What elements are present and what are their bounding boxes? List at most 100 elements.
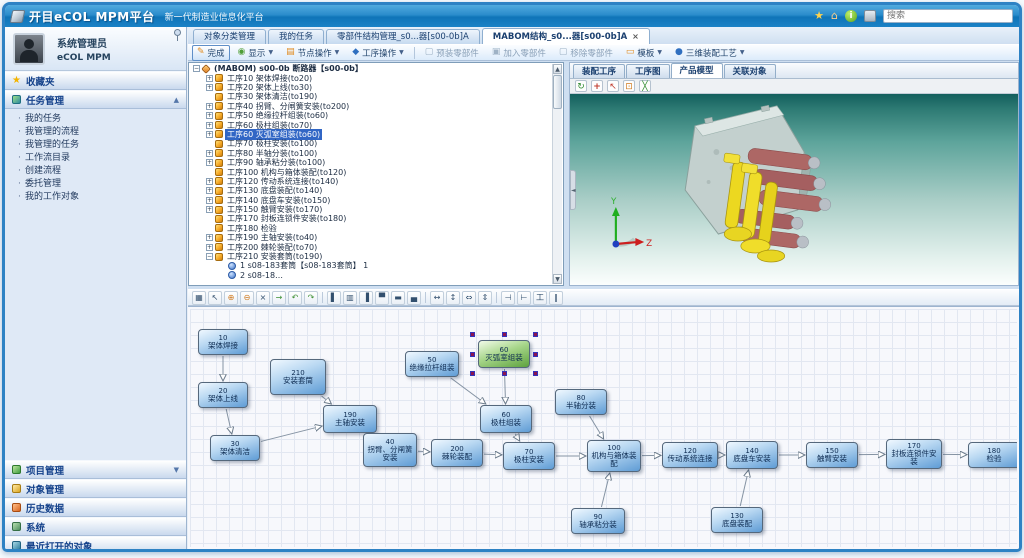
pan-icon[interactable]: + xyxy=(591,80,603,92)
pin-icon[interactable] xyxy=(174,29,181,36)
tab-related-objects[interactable]: 关联对象 xyxy=(724,64,776,78)
tree-expander-icon[interactable]: + xyxy=(206,112,213,119)
flow-node-30[interactable]: 30架体清洁 xyxy=(210,435,260,461)
tab-mabom-structure[interactable]: MABOM结构_s0...器[s00-0b]A× xyxy=(482,28,650,44)
sidebar-section-recent[interactable]: 最近打开的对象 xyxy=(5,536,186,552)
sidebar-section-tasks[interactable]: 任务管理 ▲ xyxy=(5,90,186,109)
flow-node-100[interactable]: 100机构与箱体装配 xyxy=(587,440,641,472)
align-bottom-icon[interactable]: ▄ xyxy=(407,291,421,305)
same-width-icon[interactable]: ⇔ xyxy=(462,291,476,305)
flow-node-200[interactable]: 200棘轮装配 xyxy=(431,439,483,467)
user-icon[interactable] xyxy=(864,10,876,22)
flow-node-60b[interactable]: 60极柱组装 xyxy=(480,405,532,433)
tree-expander-icon[interactable]: + xyxy=(206,122,213,129)
tree-expander-icon[interactable]: − xyxy=(206,253,213,260)
collapse-arrow-icon[interactable]: ▲ xyxy=(174,96,179,104)
search-input[interactable] xyxy=(883,9,1013,23)
sidebar-item-create-flow[interactable]: 创建流程 xyxy=(5,165,186,178)
sidebar-section-history[interactable]: 历史数据 xyxy=(5,498,186,517)
selection-handle[interactable] xyxy=(502,371,507,376)
tree-expander-icon[interactable]: + xyxy=(206,150,213,157)
redo-icon[interactable]: ↷ xyxy=(304,291,318,305)
tree-expander-icon[interactable]: + xyxy=(206,234,213,241)
flow-node-170[interactable]: 170封板连锁件安装 xyxy=(886,439,942,469)
delete-icon[interactable]: × xyxy=(256,291,270,305)
selection-handle[interactable] xyxy=(533,332,538,337)
same-height-icon[interactable]: ⇕ xyxy=(478,291,492,305)
tree-expander-icon[interactable]: + xyxy=(206,103,213,110)
flow-node-180[interactable]: 180检验 xyxy=(968,442,1017,468)
tab-close-icon[interactable]: × xyxy=(632,32,639,41)
display-menu-button[interactable]: ◉显示▼ xyxy=(233,45,279,61)
tree-expander-icon[interactable]: − xyxy=(193,65,200,72)
selection-handle[interactable] xyxy=(533,371,538,376)
align-middle-icon[interactable]: ▬ xyxy=(391,291,405,305)
tree-expander-icon[interactable]: + xyxy=(206,187,213,194)
tree-expander-icon[interactable]: + xyxy=(206,131,213,138)
sidebar-item-my-flows[interactable]: 我管理的流程 xyxy=(5,126,186,139)
tab-my-tasks[interactable]: 我的任务 xyxy=(268,29,324,44)
sidebar-section-system[interactable]: 系统 xyxy=(5,517,186,536)
align-right-icon[interactable]: ▐ xyxy=(359,291,373,305)
add-part-button[interactable]: ▣加入零部件 xyxy=(487,45,551,61)
align-top-icon[interactable]: ▀ xyxy=(375,291,389,305)
sidebar-section-objects[interactable]: 对象管理 xyxy=(5,479,186,498)
flow-node-190[interactable]: 190主轴安装 xyxy=(323,405,377,433)
flow-node-10[interactable]: 10架体焊接 xyxy=(198,329,248,355)
tree-expander-icon[interactable]: + xyxy=(206,178,213,185)
tab-part-structure[interactable]: 零部件结构管理_s0...器[s00-0b]A xyxy=(326,29,480,44)
flow-node-90[interactable]: 90轴承粘分装 xyxy=(571,508,625,534)
flow-node-130[interactable]: 130底盘装配 xyxy=(711,507,763,533)
margin-right-icon[interactable]: ⊢ xyxy=(517,291,531,305)
tab-process-drawing[interactable]: 工序图 xyxy=(626,64,670,78)
tree-expander-icon[interactable]: + xyxy=(206,84,213,91)
sidebar-item-managed-tasks[interactable]: 我管理的任务 xyxy=(5,139,186,152)
selection-handle[interactable] xyxy=(502,332,507,337)
flow-node-140[interactable]: 140底盘车安装 xyxy=(726,441,778,469)
align-left-icon[interactable]: ▌ xyxy=(327,291,341,305)
favorite-star-icon[interactable]: ★ xyxy=(814,10,824,22)
flow-node-40[interactable]: 40拐臂、分闸簧安装 xyxy=(363,433,417,467)
zoom-out-icon[interactable]: ⊖ xyxy=(240,291,254,305)
template-menu-button[interactable]: ▭模板▼ xyxy=(621,45,667,61)
flow-node-210[interactable]: 210安装套筒 xyxy=(270,359,326,395)
model-viewport[interactable]: Y Z ◄ xyxy=(570,94,1018,285)
tab-assembly-process[interactable]: 装配工序 xyxy=(573,64,625,78)
scroll-down-icon[interactable]: ▼ xyxy=(553,274,562,284)
node-ops-menu-button[interactable]: ▤节点操作▼ xyxy=(281,45,344,61)
flow-canvas[interactable]: 10架体焊接 20架体上线 30架体清洁 210安装套筒 190主轴安装40拐臂、分闸簧… xyxy=(190,309,1017,547)
flow-node-120[interactable]: 120传动系统连接 xyxy=(662,442,718,468)
tree-row[interactable]: 2 s08-18… xyxy=(190,271,552,280)
flow-node-20[interactable]: 20架体上线 xyxy=(198,382,248,408)
tree-scrollbar[interactable]: ▲ ▼ xyxy=(552,64,562,284)
selection-handle[interactable] xyxy=(470,352,475,357)
align-center-icon[interactable]: ▥ xyxy=(343,291,357,305)
mabom-tree[interactable]: −(MABOM) s00-0b 断路器【s00-0b】+工序10 架体焊接(to… xyxy=(190,64,552,284)
assembly3d-menu-button[interactable]: ●三维装配工艺▼ xyxy=(670,45,750,61)
fit-icon[interactable]: ╳ xyxy=(639,80,651,92)
selection-handle[interactable] xyxy=(470,371,475,376)
undo-icon[interactable]: ↶ xyxy=(288,291,302,305)
tree-expander-icon[interactable]: + xyxy=(206,159,213,166)
expand-arrow-icon[interactable]: ▼ xyxy=(174,466,179,474)
v-spacing-icon[interactable]: ‖ xyxy=(549,291,563,305)
sidebar-item-work-objects[interactable]: 我的工作对象 xyxy=(5,191,186,204)
sidebar-item-workflow-catalog[interactable]: 工作流目录 xyxy=(5,152,186,165)
remove-part-button[interactable]: ▢移除零部件 xyxy=(554,45,618,61)
tree-expander-icon[interactable]: + xyxy=(206,206,213,213)
orbit-icon[interactable]: ↖ xyxy=(607,80,619,92)
home-icon[interactable]: ⌂ xyxy=(831,10,838,22)
selection-handle[interactable] xyxy=(533,352,538,357)
margin-left-icon[interactable]: ⊣ xyxy=(501,291,515,305)
proc-ops-menu-button[interactable]: ◆工序操作▼ xyxy=(347,45,409,61)
tree-expander-icon[interactable]: + xyxy=(206,197,213,204)
grid-icon[interactable]: ▦ xyxy=(192,291,206,305)
sidebar-section-favorites[interactable]: ★ 收藏夹 xyxy=(5,71,186,90)
connector-icon[interactable]: → xyxy=(272,291,286,305)
pointer-icon[interactable]: ↖ xyxy=(208,291,222,305)
finish-button[interactable]: ✎完成 xyxy=(192,45,230,61)
flow-node-50[interactable]: 50绝缘拉杆组装 xyxy=(405,351,459,377)
scrollbar-thumb[interactable] xyxy=(553,75,562,109)
flow-node-60g[interactable]: 60灭弧室组装 xyxy=(478,340,530,368)
tree-row[interactable]: 1 s08-183套筒【s08-183套筒】 1 xyxy=(190,261,552,270)
